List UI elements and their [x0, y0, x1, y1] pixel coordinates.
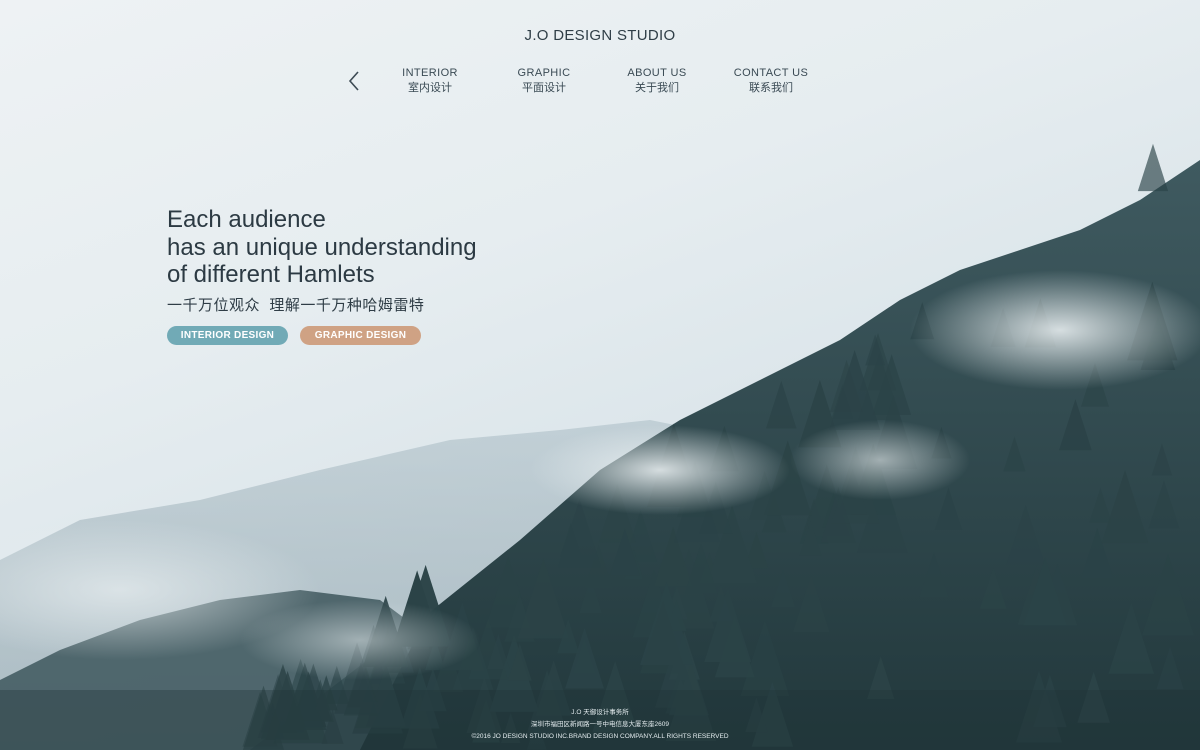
hero-subtitle: 一千万位观众 理解一千万种哈姆雷特: [167, 296, 425, 314]
footer: J.O 天御设计事务所 深圳市福田区新闻路一号中电信息大厦东座2609 ©201…: [0, 707, 1200, 743]
nav-item-label-zh: 联系我们: [749, 82, 793, 94]
hero-headline: Each audience has an unique understandin…: [167, 206, 587, 289]
nav-item-label-zh: 平面设计: [522, 82, 566, 94]
footer-address: 深圳市福田区新闻路一号中电信息大厦东座2609: [531, 721, 669, 728]
nav-item-label-en: INTERIOR: [402, 67, 458, 79]
nav-item-graphic[interactable]: GRAPHIC 平面设计: [489, 67, 599, 96]
nav-item-interior[interactable]: INTERIOR 室内设计: [375, 67, 485, 96]
nav-item-label-en: CONTACT US: [733, 67, 809, 79]
nav-item-contact-us[interactable]: CONTACT US 联系我们: [716, 67, 826, 96]
background-forest-image: [0, 143, 1200, 750]
brand-title[interactable]: J.O DESIGN STUDIO: [0, 27, 1200, 44]
main-nav: INTERIOR 室内设计 GRAPHIC 平面设计 ABOUT US 关于我们…: [0, 67, 1200, 99]
nav-item-label-en: ABOUT US: [627, 67, 687, 79]
nav-item-label-zh: 室内设计: [408, 82, 452, 94]
hero-line-1: Each audience: [167, 206, 326, 233]
interior-design-button[interactable]: INTERIOR DESIGN: [167, 326, 288, 345]
footer-company-name: J.O 天御设计事务所: [571, 709, 629, 716]
hero-text: Each audience has an unique understandin…: [167, 206, 587, 315]
graphic-design-button[interactable]: GRAPHIC DESIGN: [300, 326, 421, 345]
footer-copyright: ©2016 JO DESIGN STUDIO INC.BRAND DESIGN …: [471, 733, 729, 740]
hero-line-3: of different Hamlets: [167, 261, 375, 288]
nav-item-about-us[interactable]: ABOUT US 关于我们: [602, 67, 712, 96]
nav-item-label-en: GRAPHIC: [517, 67, 571, 79]
nav-item-label-zh: 关于我们: [635, 82, 679, 94]
hero-line-2: has an unique understanding: [167, 233, 477, 261]
